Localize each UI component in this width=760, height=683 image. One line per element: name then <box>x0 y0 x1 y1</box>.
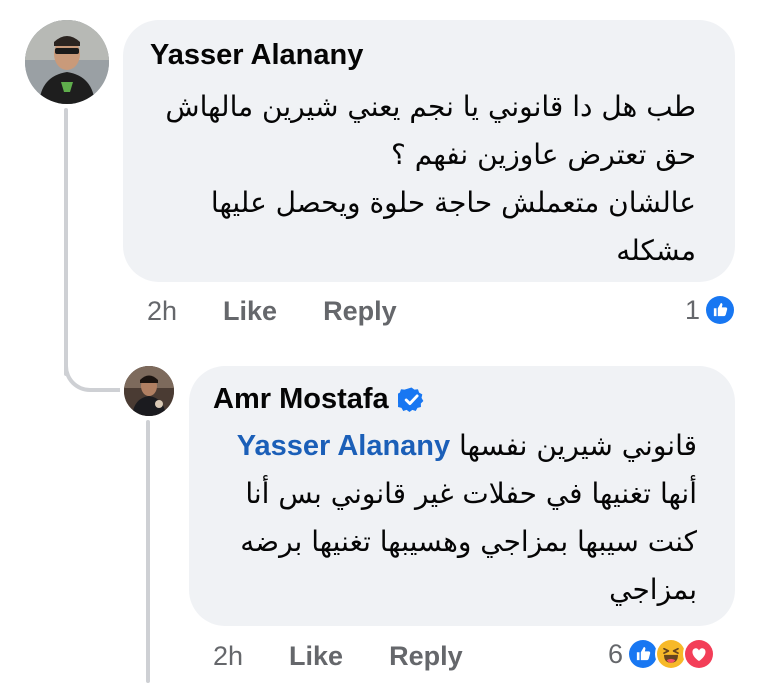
reply-button[interactable]: Reply <box>389 641 463 672</box>
reply-text-line: قانوني شيرين نفسها Yasser Alanany <box>209 422 697 470</box>
reaction-summary[interactable]: 1 <box>685 294 736 326</box>
reaction-count: 6 <box>608 638 624 669</box>
avatar-amr[interactable] <box>124 366 174 416</box>
verified-badge-icon <box>397 386 425 413</box>
comment-text-line: مشكله <box>616 234 696 267</box>
reply-button[interactable]: Reply <box>323 296 397 327</box>
comment-text-line: عالشان متعملش حاجة حلوة ويحصل عليها <box>210 186 696 219</box>
comment-bubble: Yasser Alanany طب هل دا قانوني يا نجم يع… <box>123 20 735 282</box>
mention-link[interactable]: Yasser Alanany <box>237 430 450 462</box>
reaction-summary[interactable]: 6 <box>608 638 716 670</box>
comment-text: طب هل دا قانوني يا نجم يعني شيرين مالهاش… <box>141 83 696 275</box>
reply-author: Amr Mostafa <box>213 383 425 416</box>
reply-text-line: كنت سيبها بمزاجي وهسيبها تغنيها برضه <box>240 525 697 558</box>
comment-text-line: حق تعترض عاوزين نفهم ؟ <box>390 138 696 171</box>
reply-actions: 2h Like Reply <box>213 641 463 672</box>
comment-text-line: طب هل دا قانوني يا نجم يعني شيرين مالهاش <box>165 90 696 123</box>
like-icon <box>704 294 736 326</box>
comment-timestamp[interactable]: 2h <box>147 296 177 327</box>
reaction-count: 1 <box>684 294 700 325</box>
avatar-image <box>25 20 109 104</box>
reply-text-segment: قانوني شيرين نفسها <box>459 429 697 462</box>
reply-bubble: Amr Mostafa قانوني شيرين نفسها Yasser Al… <box>189 366 735 626</box>
avatar-yasser[interactable] <box>25 20 109 104</box>
thread-reply-connector <box>64 340 120 392</box>
comment-actions: 2h Like Reply <box>147 296 397 327</box>
reply-text: قانوني شيرين نفسها Yasser Alanany أنها ت… <box>209 422 697 614</box>
reply-text-line: بمزاجي <box>609 573 697 606</box>
thread-line <box>64 108 68 376</box>
love-icon <box>683 638 716 670</box>
reply-author-name[interactable]: Amr Mostafa <box>213 383 389 416</box>
avatar-image <box>124 366 174 416</box>
like-button[interactable]: Like <box>289 641 343 672</box>
comment-author[interactable]: Yasser Alanany <box>150 39 363 72</box>
like-button[interactable]: Like <box>223 296 277 327</box>
reply-text-line: أنها تغنيها في حفلات غير قانوني بس أنا <box>245 477 697 510</box>
reply-thread-line <box>146 420 150 683</box>
reply-timestamp[interactable]: 2h <box>213 641 243 672</box>
